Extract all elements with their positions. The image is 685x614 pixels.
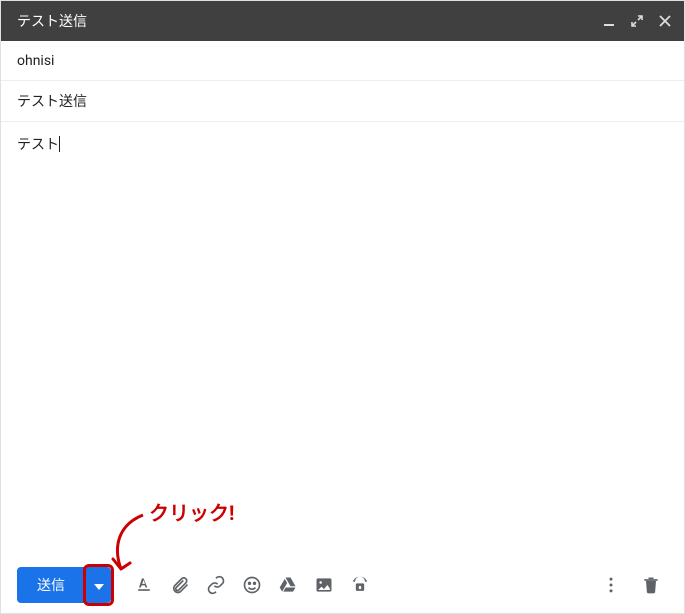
caret-down-icon [94, 578, 104, 593]
compose-toolbar: 送信 [1, 557, 684, 613]
send-group: 送信 [17, 567, 111, 603]
header-controls [602, 14, 672, 28]
text-cursor [59, 136, 60, 152]
body-text: テスト [17, 137, 59, 153]
minimize-icon[interactable] [602, 14, 616, 28]
to-value: ohnisi [17, 53, 54, 69]
to-field[interactable]: ohnisi [1, 41, 684, 81]
send-button[interactable]: 送信 [17, 567, 85, 603]
send-options-button[interactable] [85, 567, 111, 603]
drive-icon[interactable] [271, 568, 305, 602]
emoji-icon[interactable] [235, 568, 269, 602]
attach-icon[interactable] [163, 568, 197, 602]
formatting-icon[interactable] [127, 568, 161, 602]
subject-field[interactable]: テスト送信 [1, 81, 684, 122]
image-icon[interactable] [307, 568, 341, 602]
message-body[interactable]: テスト [1, 122, 684, 548]
fullscreen-icon[interactable] [630, 14, 644, 28]
more-options-icon[interactable] [594, 568, 628, 602]
compose-title: テスト送信 [17, 11, 602, 31]
confidential-icon[interactable] [343, 568, 377, 602]
compose-header: テスト送信 [1, 1, 684, 41]
formatting-tools [127, 568, 377, 602]
trash-icon[interactable] [634, 568, 668, 602]
close-icon[interactable] [658, 14, 672, 28]
link-icon[interactable] [199, 568, 233, 602]
subject-value: テスト送信 [17, 91, 87, 111]
